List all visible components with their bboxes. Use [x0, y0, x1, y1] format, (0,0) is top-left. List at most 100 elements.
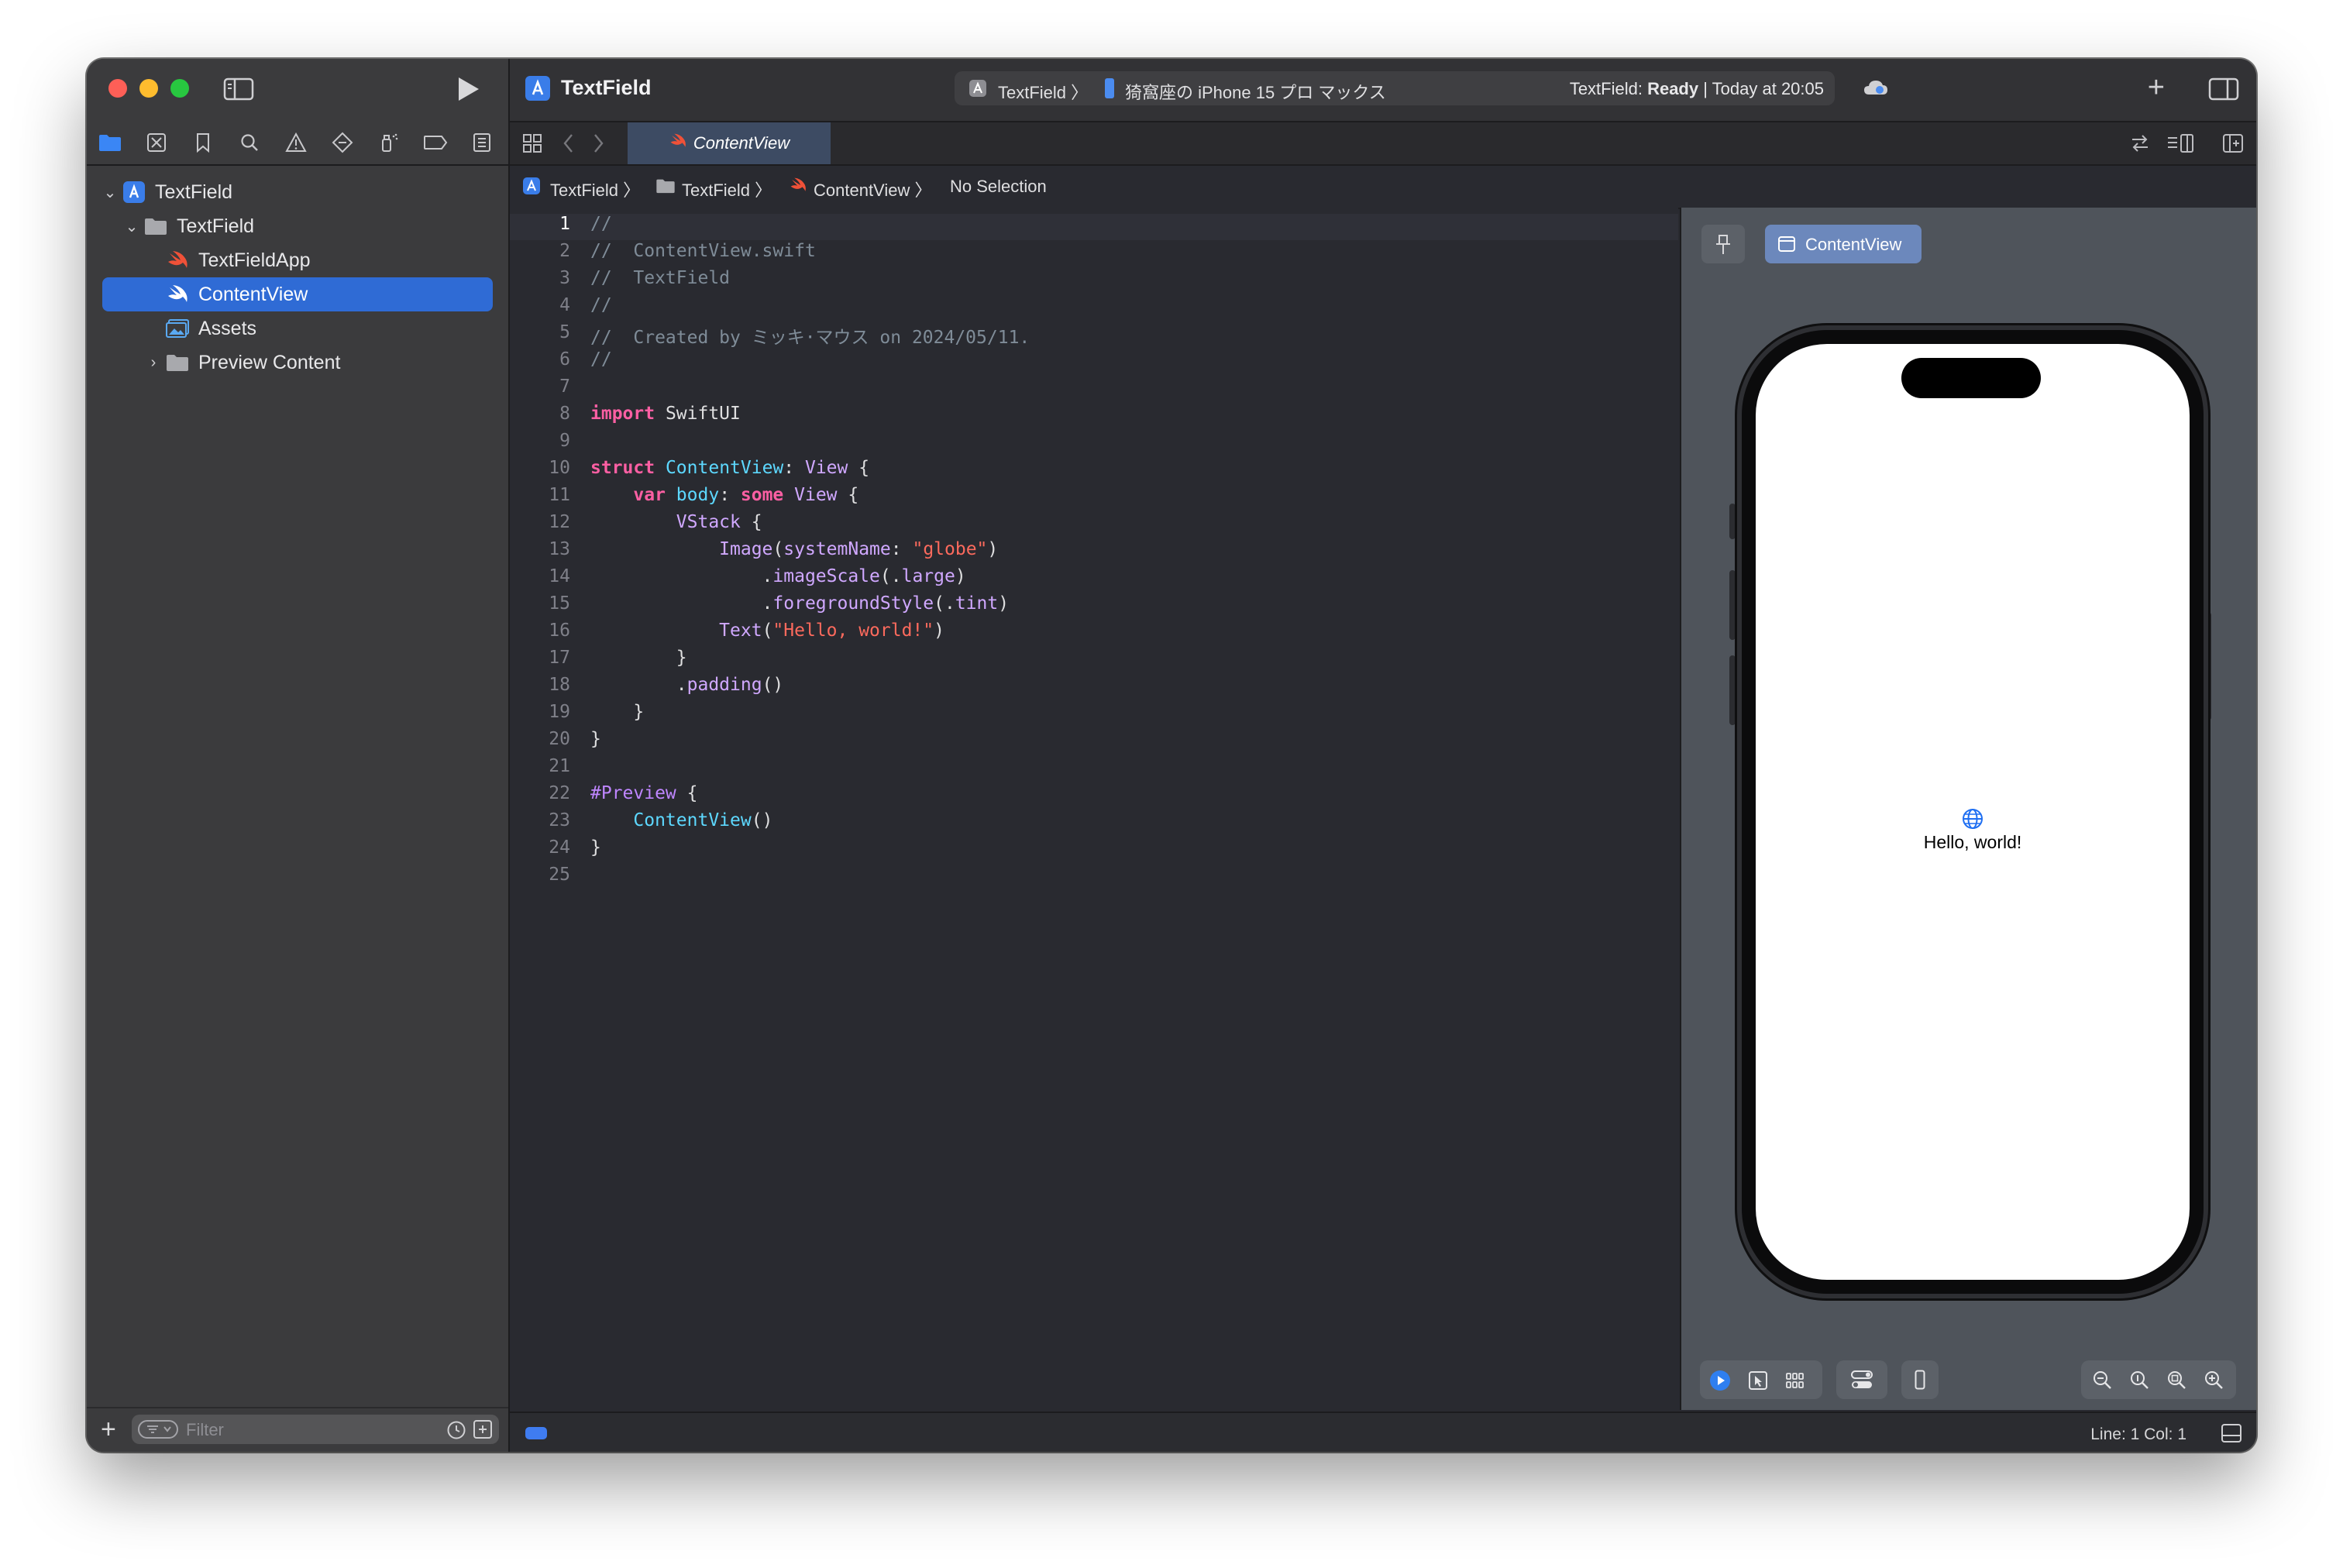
code-text: // TextField — [590, 268, 730, 288]
device-picker-button[interactable] — [1901, 1360, 1939, 1399]
tree-item-project[interactable]: ⌄ TextField — [87, 175, 508, 209]
toggle-navigator-icon[interactable] — [223, 77, 254, 101]
disclosure-open-icon[interactable]: ⌄ — [121, 217, 143, 236]
code-text: VStack { — [590, 512, 762, 532]
zoom-actual-size-icon[interactable] — [2129, 1370, 2149, 1394]
breakpoint-navigator-icon[interactable] — [412, 121, 459, 164]
code-token: tint — [955, 593, 999, 614]
device-settings-button[interactable] — [1836, 1360, 1887, 1399]
add-file-plus-icon[interactable]: + — [101, 1416, 116, 1442]
toggle-inspector-icon[interactable] — [2208, 77, 2239, 105]
toggle-debug-area-icon[interactable] — [2221, 1423, 2242, 1448]
disclosure-open-icon[interactable]: ⌄ — [99, 183, 121, 202]
editor-tab-bar: ContentView — [510, 122, 2256, 166]
run-destination-selector[interactable]: 猗窩座の iPhone 15 プロ マックス — [1125, 79, 1386, 104]
code-token: Image — [719, 539, 773, 559]
window-toolbar: TextField TextField 〉 猗窩座の iPhone 15 プロ … — [510, 59, 2256, 122]
code-token: () — [762, 675, 784, 695]
issue-navigator-warning-icon[interactable] — [273, 121, 319, 164]
breadcrumb-group[interactable]: TextField 〉 — [682, 177, 772, 201]
bookmark-navigator-icon[interactable] — [180, 121, 226, 164]
zoom-window-button[interactable] — [170, 79, 189, 98]
run-button[interactable] — [454, 74, 482, 104]
zoom-in-icon[interactable] — [2204, 1370, 2224, 1394]
report-navigator-icon[interactable] — [459, 121, 505, 164]
dynamic-island — [1901, 358, 2041, 398]
line-number: 1 — [559, 214, 570, 234]
variants-grid-icon[interactable] — [1785, 1371, 1805, 1394]
code-text: } — [590, 702, 644, 722]
scheme-target-selector[interactable]: TextField 〉 — [998, 79, 1088, 104]
find-navigator-search-icon[interactable] — [226, 121, 273, 164]
navigate-forward-chevron-icon[interactable] — [590, 132, 606, 159]
add-editor-split-icon[interactable] — [2222, 133, 2244, 157]
code-token: // Created by ミッキ·マウス on 2024/05/11. — [590, 328, 1030, 348]
preview-contentview-chip[interactable]: ContentView — [1765, 225, 1922, 263]
pin-preview-button[interactable] — [1701, 225, 1745, 263]
line-number: 21 — [549, 756, 570, 776]
minimize-window-button[interactable] — [139, 79, 158, 98]
source-editor[interactable]: 1 // 2 // ContentView.swift 3 // TextField 4 //… — [510, 208, 1678, 1410]
zoom-to-fit-icon[interactable] — [2166, 1370, 2186, 1394]
line-number: 24 — [549, 837, 570, 858]
code-token: : — [890, 539, 913, 559]
tree-item-assets[interactable]: Assets — [87, 311, 508, 346]
cloud-status-icon[interactable] — [1863, 77, 1889, 101]
phone-power-button — [2205, 612, 2211, 720]
code-token: var — [633, 485, 666, 505]
code-token: ContentView — [633, 810, 752, 830]
code-text: } — [590, 837, 601, 858]
filter-placeholder: Filter — [186, 1420, 224, 1439]
line-number: 17 — [549, 648, 570, 668]
code-token: systemName — [783, 539, 891, 559]
breadcrumb-project[interactable]: TextField 〉 — [550, 177, 640, 201]
crumb-label: TextField — [682, 181, 751, 200]
zoom-out-icon[interactable] — [2092, 1370, 2112, 1394]
navigator-filter-field[interactable]: Filter — [132, 1415, 499, 1444]
navigate-back-chevron-icon[interactable] — [561, 132, 576, 159]
disclosure-closed-icon[interactable]: › — [143, 354, 164, 372]
adjust-editor-swap-icon[interactable] — [2129, 133, 2151, 157]
code-text: // — [590, 214, 612, 234]
source-control-navigator-icon[interactable] — [133, 121, 180, 164]
tab-contentview[interactable]: ContentView — [628, 122, 831, 164]
tree-item-textfieldapp[interactable]: TextFieldApp — [87, 243, 508, 277]
debug-navigator-spray-icon[interactable] — [366, 121, 412, 164]
breadcrumb-symbol[interactable]: No Selection — [950, 177, 1047, 197]
tree-item-contentview-selected[interactable]: ContentView — [102, 277, 493, 311]
selectable-mode-cursor-icon[interactable] — [1748, 1370, 1768, 1394]
test-navigator-diamond-icon[interactable] — [319, 121, 366, 164]
live-preview-play-icon[interactable] — [1709, 1370, 1731, 1395]
project-title: TextField — [561, 76, 652, 99]
code-token: : — [719, 485, 741, 505]
crumb-label: ContentView — [814, 181, 910, 200]
breadcrumb-file[interactable]: ContentView 〉 — [814, 177, 931, 201]
xcode-project-icon — [121, 181, 147, 204]
tree-item-preview-content[interactable]: › Preview Content — [87, 346, 508, 380]
close-window-button[interactable] — [108, 79, 127, 98]
line-number: 2 — [559, 241, 570, 261]
recent-files-clock-icon[interactable] — [446, 1420, 466, 1444]
related-items-grid-icon[interactable] — [522, 133, 542, 157]
filter-options-icon[interactable] — [138, 1420, 178, 1442]
iphone-device-icon — [1915, 1370, 1925, 1394]
line-number: 13 — [549, 539, 570, 559]
code-token: ( — [762, 621, 773, 641]
jump-bar-breadcrumb: TextField 〉 TextField 〉 ContentView 〉 No… — [510, 166, 2256, 209]
code-text: // — [590, 349, 612, 370]
source-control-filter-icon[interactable] — [473, 1419, 493, 1443]
simulated-screen[interactable]: Hello, world! — [1756, 344, 2190, 1280]
tree-item-group-folder[interactable]: ⌄ TextField — [87, 209, 508, 243]
code-text: import SwiftUI — [590, 404, 741, 424]
editor-options-icon[interactable] — [2166, 133, 2194, 157]
code-token: // — [590, 295, 612, 315]
code-token: ) — [987, 539, 999, 559]
project-navigator-folder-icon[interactable] — [87, 121, 133, 164]
breakpoints-toggle-icon[interactable] — [525, 1427, 547, 1439]
line-number: 20 — [549, 729, 570, 749]
line-number: 16 — [549, 621, 570, 641]
library-plus-icon[interactable]: + — [2148, 73, 2165, 102]
